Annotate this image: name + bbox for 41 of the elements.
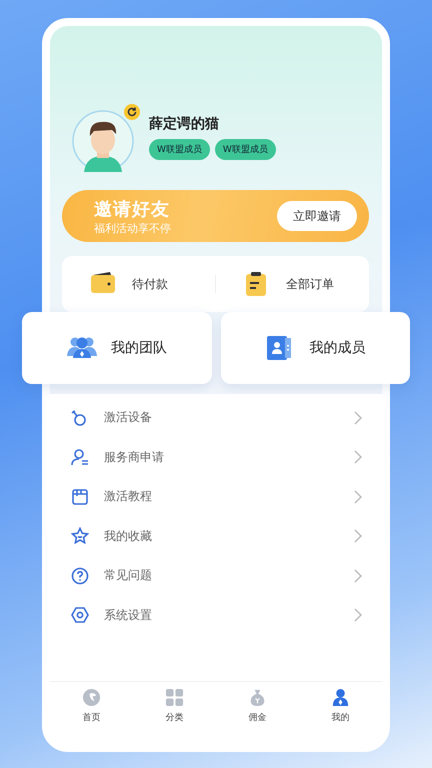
tab-item[interactable]: 我的 — [299, 688, 382, 724]
member-tag: W联盟成员 — [149, 138, 210, 160]
tab-item[interactable]: 佣金 — [216, 688, 299, 724]
card-label: 我的团队 — [110, 339, 167, 357]
chevron-icon — [354, 490, 362, 504]
tab-item[interactable]: 首页 — [50, 688, 133, 724]
menu-item[interactable]: 激活教程 — [50, 477, 382, 516]
home-icon — [82, 688, 101, 707]
menu-item[interactable]: 常见问题 — [50, 556, 382, 596]
tab-item[interactable]: 分类 — [133, 688, 216, 724]
chevron-icon — [354, 529, 362, 544]
chevron-icon — [354, 608, 362, 622]
card-label: 我的成员 — [309, 339, 366, 357]
chevron-icon — [354, 568, 362, 583]
banner-subtitle: 福利活动享不停 — [94, 220, 171, 236]
user-name: 薛定谔的猫 — [149, 114, 220, 132]
book-icon — [71, 488, 89, 506]
ring-icon — [71, 408, 89, 427]
refresh-icon — [124, 104, 140, 120]
invite-button[interactable]: 立即邀请 — [277, 201, 357, 231]
settings-icon — [71, 606, 89, 624]
menu-item[interactable]: 系统设置 — [50, 596, 382, 635]
menu-item[interactable]: 我的收藏 — [50, 516, 382, 556]
avatar — [72, 110, 134, 172]
member-tag: W联盟成员 — [214, 138, 276, 160]
team-card[interactable]: 我的团队 — [22, 312, 212, 384]
help-icon — [71, 566, 89, 585]
order-link[interactable]: 待付款 — [132, 276, 168, 292]
chevron-icon — [354, 450, 362, 464]
user-list-icon — [71, 448, 89, 466]
profile-icon — [331, 688, 350, 707]
money-bag-icon — [248, 688, 267, 707]
invite-banner[interactable]: 邀请好友 福利活动享不停 立即邀请 — [62, 190, 369, 242]
grid-icon — [165, 688, 184, 707]
star-icon — [71, 527, 89, 546]
order-link[interactable]: 全部订单 — [286, 276, 334, 292]
menu-item[interactable]: 激活设备 — [50, 398, 382, 438]
chevron-icon — [354, 410, 362, 425]
team-card[interactable]: 我的成员 — [220, 312, 410, 384]
banner-title: 邀请好友 — [94, 198, 171, 220]
menu-item[interactable]: 服务商申请 — [50, 438, 382, 477]
